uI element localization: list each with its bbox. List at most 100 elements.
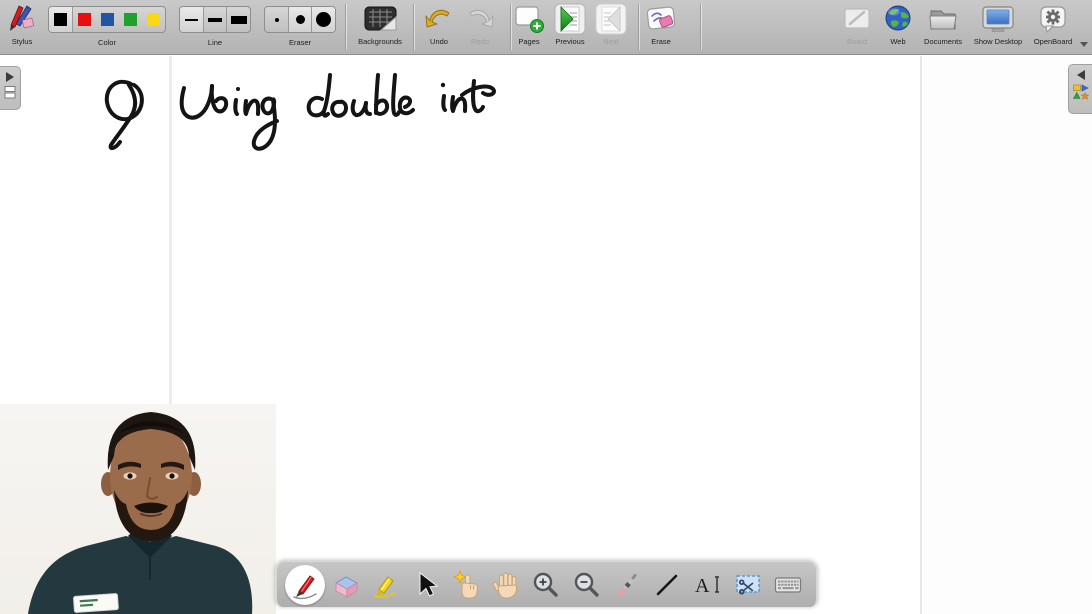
undo-label: Undo: [419, 37, 459, 47]
text-tool-button[interactable]: A: [688, 565, 726, 605]
laser-pointer-tool-button[interactable]: [608, 565, 646, 605]
large-dot-icon: [316, 12, 331, 27]
pages-button[interactable]: Pages: [509, 1, 549, 53]
line-thin-button[interactable]: [180, 7, 204, 32]
keyboard-icon: [773, 570, 803, 600]
next-button[interactable]: Next: [593, 1, 629, 53]
next-page-icon: [593, 1, 629, 37]
expand-right-arrow-icon: [6, 72, 14, 82]
color-label: Color: [48, 38, 166, 47]
undo-icon: [419, 1, 459, 37]
openboard-menu-chevron-icon[interactable]: [1080, 42, 1088, 47]
medium-line-icon: [208, 18, 222, 22]
web-button[interactable]: Web: [878, 1, 918, 53]
color-swatch-green[interactable]: [119, 7, 142, 32]
openboard-menu-button[interactable]: OpenBoard: [1028, 1, 1078, 53]
presenter-webcam-video: [0, 404, 276, 614]
page-thumbnails-icon: [4, 86, 17, 100]
presenter-figure: [0, 404, 276, 614]
color-swatch-blue[interactable]: [96, 7, 119, 32]
backgrounds-icon: [351, 1, 409, 37]
text-tool-icon: A: [692, 570, 722, 600]
virtual-keyboard-tool-button[interactable]: [769, 565, 807, 605]
pages-icon: [509, 1, 549, 37]
black-swatch: [54, 13, 67, 26]
svg-text:A: A: [695, 575, 710, 597]
line-medium-button[interactable]: [204, 7, 227, 32]
color-group: [48, 6, 166, 33]
thin-line-icon: [185, 19, 198, 21]
line-icon: [652, 570, 682, 600]
laser-pointer-icon: [612, 570, 642, 600]
color-swatch-yellow[interactable]: [142, 7, 165, 32]
documents-button[interactable]: Documents: [918, 1, 968, 53]
toolbar-separator: [700, 4, 701, 50]
openboard-window: Stylus Color Line: [0, 0, 1092, 614]
eraser-small-button[interactable]: [265, 7, 289, 32]
open-hand-icon: [491, 570, 521, 600]
toolbar-separator: [638, 4, 639, 50]
red-swatch: [78, 13, 91, 26]
highlighter-tool-button[interactable]: [367, 565, 405, 605]
line-group: [179, 6, 251, 33]
board-button[interactable]: Board: [837, 1, 877, 53]
erase-page-button[interactable]: Erase: [641, 1, 681, 53]
previous-label: Previous: [548, 37, 592, 47]
pan-tool-button[interactable]: [487, 565, 525, 605]
eraser-large-button[interactable]: [312, 7, 335, 32]
capture-screen-icon: [733, 570, 763, 600]
zoom-in-tool-button[interactable]: [527, 565, 565, 605]
zoom-out-icon: [572, 570, 602, 600]
thick-line-icon: [231, 16, 247, 24]
library-icon: [1073, 84, 1089, 100]
blue-swatch: [101, 13, 114, 26]
documents-label: Documents: [918, 37, 968, 47]
next-label: Next: [593, 37, 629, 47]
stylus-button[interactable]: Stylus: [2, 1, 42, 53]
line-thick-button[interactable]: [227, 7, 250, 32]
toolbar-separator: [345, 4, 346, 50]
cursor-arrow-icon: [413, 571, 439, 599]
selector-tool-button[interactable]: [407, 565, 445, 605]
show-desktop-label: Show Desktop: [969, 37, 1027, 47]
redo-button[interactable]: Redo: [460, 1, 500, 53]
redo-label: Redo: [460, 37, 500, 47]
left-panel-tab[interactable]: [0, 66, 21, 110]
eraser-size-group: [264, 6, 336, 33]
erase-icon: [641, 1, 681, 37]
library-panel-tab[interactable]: [1068, 64, 1092, 114]
small-dot-icon: [275, 18, 279, 22]
eraser-icon: [330, 570, 360, 600]
color-swatch-black[interactable]: [49, 7, 73, 32]
erase-label: Erase: [641, 37, 681, 47]
web-globe-icon: [878, 1, 918, 37]
line-tool-button[interactable]: [648, 565, 686, 605]
stylus-label: Stylus: [2, 37, 42, 47]
redo-icon: [460, 1, 500, 37]
interact-tool-button[interactable]: [447, 565, 485, 605]
backgrounds-button[interactable]: Backgrounds: [351, 1, 409, 53]
capture-tool-button[interactable]: [729, 565, 767, 605]
eraser-tool-button[interactable]: [326, 565, 364, 605]
line-label: Line: [179, 38, 251, 47]
handwriting-ink: [90, 66, 510, 161]
undo-button[interactable]: Undo: [419, 1, 459, 53]
page-right-edge: [920, 56, 922, 614]
openboard-gear-icon: [1028, 1, 1078, 37]
pages-label: Pages: [509, 37, 549, 47]
top-toolbar: Stylus Color Line: [0, 0, 1092, 55]
eraser-medium-button[interactable]: [289, 7, 312, 32]
show-desktop-icon: [969, 1, 1027, 37]
previous-page-icon: [548, 1, 592, 37]
show-desktop-button[interactable]: Show Desktop: [969, 1, 1027, 53]
stylus-icon: [2, 1, 42, 37]
previous-button[interactable]: Previous: [548, 1, 592, 53]
zoom-out-tool-button[interactable]: [568, 565, 606, 605]
bottom-tool-dock: A: [275, 560, 818, 607]
pen-tool-button[interactable]: [286, 565, 324, 605]
pen-icon: [290, 570, 320, 600]
highlighter-icon: [371, 570, 401, 600]
color-swatch-red[interactable]: [73, 7, 96, 32]
board-label: Board: [837, 37, 877, 47]
medium-dot-icon: [296, 15, 305, 24]
